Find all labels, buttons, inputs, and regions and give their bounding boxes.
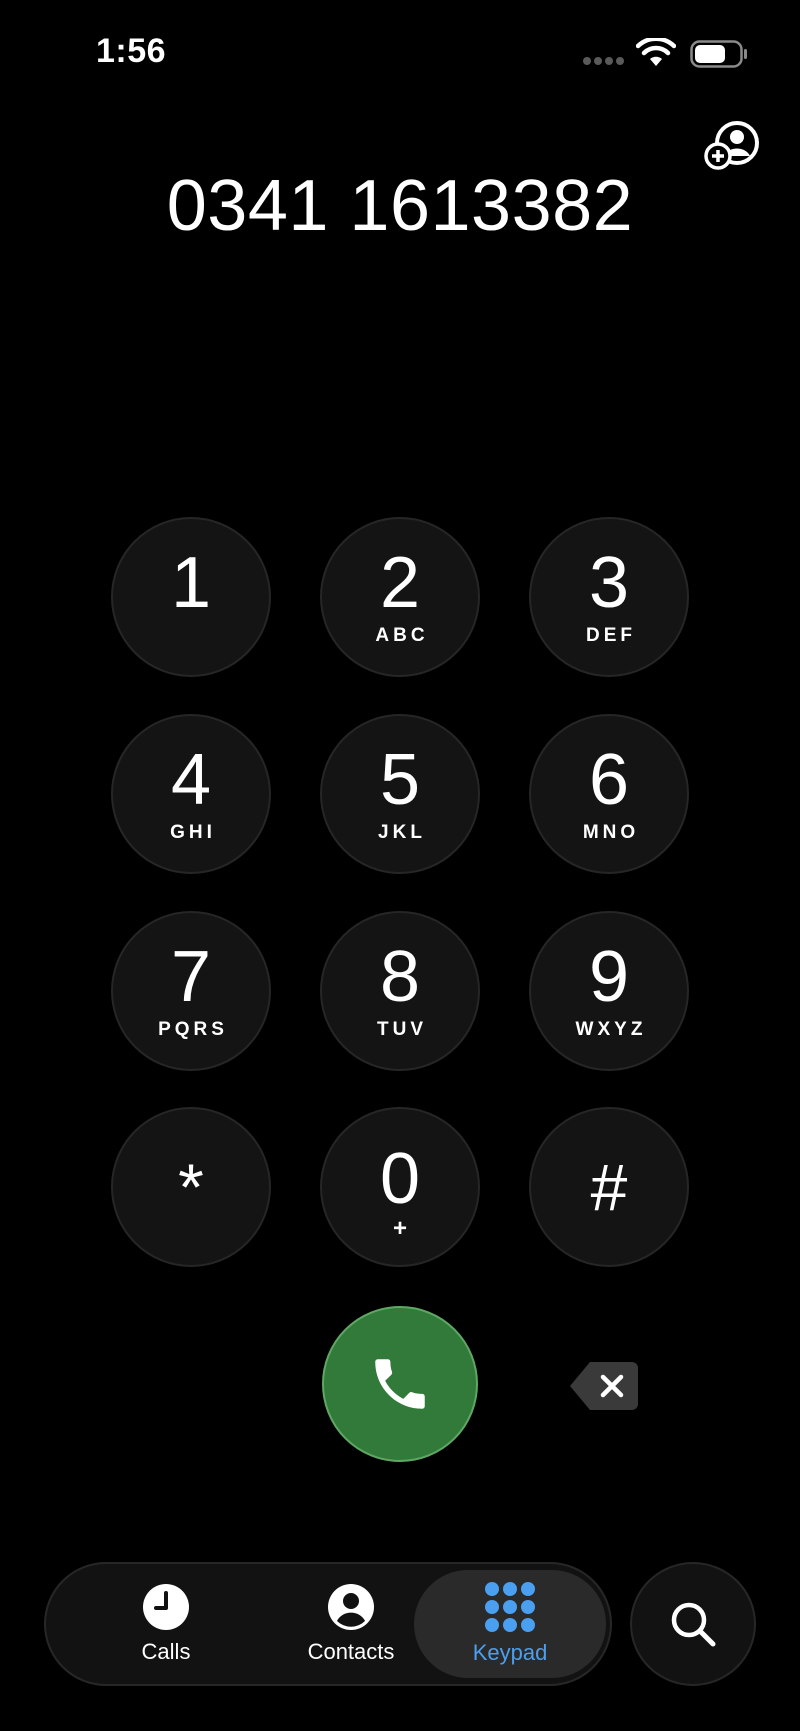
key-letters: PQRS <box>158 1019 228 1040</box>
clock-icon <box>143 1584 189 1630</box>
key-letters: MNO <box>582 822 640 843</box>
key-digit: 9 <box>588 937 630 1017</box>
key-4[interactable]: 4 GHI <box>111 714 271 874</box>
key-letters: ABC <box>375 625 429 646</box>
key-letters: TUV <box>377 1019 427 1040</box>
key-1[interactable]: 1 <box>111 517 271 677</box>
key-letters: GHI <box>170 822 216 843</box>
key-digit: 7 <box>170 937 212 1017</box>
wifi-icon <box>636 38 676 66</box>
key-3[interactable]: 3 DEF <box>529 517 689 677</box>
key-digit: * <box>178 1150 204 1224</box>
key-digit: 5 <box>379 740 421 820</box>
key-digit: 1 <box>170 543 212 623</box>
dialed-number: 0341 1613382 <box>166 166 634 246</box>
key-digit: 6 <box>588 740 630 820</box>
key-digit: 2 <box>379 543 421 623</box>
keypad-icon <box>485 1582 535 1632</box>
search-button[interactable] <box>630 1562 756 1686</box>
phone-icon <box>375 1359 425 1409</box>
key-letters: WXYZ <box>575 1019 647 1040</box>
key-letters: DEF <box>586 625 636 646</box>
call-button[interactable] <box>322 1306 478 1462</box>
cellular-signal-icon <box>583 57 624 65</box>
phone-screen: 1:56 0341 1613382 1 2 ABC 3 DEF 4 GHI 5 … <box>0 0 800 1731</box>
key-digit: 4 <box>170 740 212 820</box>
key-0[interactable]: 0 + <box>320 1107 480 1267</box>
key-digit: 3 <box>588 543 630 623</box>
key-9[interactable]: 9 WXYZ <box>529 911 689 1071</box>
key-letters <box>189 625 193 647</box>
key-5[interactable]: 5 JKL <box>320 714 480 874</box>
key-7[interactable]: 7 PQRS <box>111 911 271 1071</box>
key-digit: # <box>590 1150 628 1224</box>
tab-label: Contacts <box>307 1639 395 1664</box>
tab-bar: Calls Contacts Keypad <box>44 1562 612 1686</box>
key-8[interactable]: 8 TUV <box>320 911 480 1071</box>
key-letters: + <box>392 1215 407 1242</box>
person-icon <box>328 1584 374 1630</box>
tab-label: Keypad <box>472 1640 548 1665</box>
key-digit: 0 <box>379 1139 421 1219</box>
key-6[interactable]: 6 MNO <box>529 714 689 874</box>
tab-keypad[interactable]: Keypad <box>414 1570 606 1678</box>
status-time: 1:56 <box>96 32 167 70</box>
battery-icon <box>690 40 747 68</box>
tab-calls[interactable]: Calls <box>96 1564 236 1684</box>
key-letters: JKL <box>378 822 426 843</box>
key-digit: 8 <box>379 937 421 1017</box>
tab-contacts[interactable]: Contacts <box>266 1564 436 1684</box>
delete-button[interactable] <box>568 1360 640 1412</box>
key-hash[interactable]: # <box>529 1107 689 1267</box>
key-2[interactable]: 2 ABC <box>320 517 480 677</box>
add-contact-icon[interactable] <box>704 118 762 172</box>
key-star[interactable]: * <box>111 1107 271 1267</box>
search-icon <box>671 1602 716 1647</box>
tab-label: Calls <box>141 1639 191 1664</box>
